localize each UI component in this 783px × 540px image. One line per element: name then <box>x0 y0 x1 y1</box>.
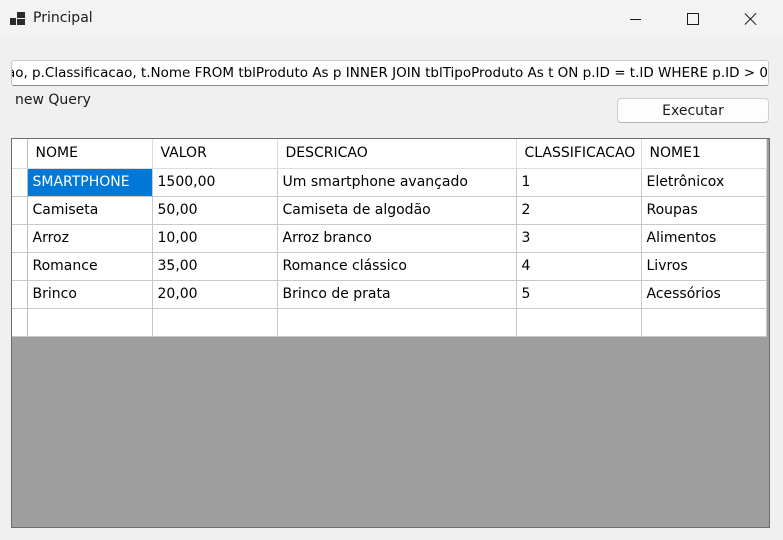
close-button[interactable] <box>722 0 780 38</box>
row-header[interactable] <box>12 308 28 337</box>
table-row[interactable]: Brinco 20,00 Brinco de prata 5 Acessório… <box>12 280 767 309</box>
query-text: ao, p.Classificacao, t.Nome FROM tblProd… <box>11 65 768 81</box>
table-cell[interactable]: 10,00 <box>152 224 278 253</box>
maximize-icon <box>687 13 699 25</box>
new-row-cell[interactable] <box>277 308 517 337</box>
table-cell[interactable]: 4 <box>516 252 642 281</box>
table-cell[interactable]: Um smartphone avançado <box>277 168 517 197</box>
results-table: NOME VALOR DESCRICAO CLASSIFICACAO NOME1… <box>12 139 767 337</box>
table-cell[interactable]: Arroz branco <box>277 224 517 253</box>
new-row[interactable] <box>12 308 767 337</box>
table-row[interactable]: SMARTPHONE 1500,00 Um smartphone avançad… <box>12 168 767 197</box>
title-bar: Principal <box>0 0 783 38</box>
table-cell[interactable]: Eletrônicox <box>641 168 767 197</box>
table-cell[interactable]: Roupas <box>641 196 767 225</box>
row-header[interactable] <box>12 224 28 253</box>
new-row-cell[interactable] <box>152 308 278 337</box>
column-header-descricao[interactable]: DESCRICAO <box>277 139 517 169</box>
new-row-cell[interactable] <box>516 308 642 337</box>
table-cell[interactable]: Camiseta <box>27 196 153 225</box>
results-grid[interactable]: NOME VALOR DESCRICAO CLASSIFICACAO NOME1… <box>11 138 770 528</box>
table-cell[interactable]: 5 <box>516 280 642 309</box>
table-cell[interactable]: 35,00 <box>152 252 278 281</box>
table-cell[interactable]: 1 <box>516 168 642 197</box>
table-row[interactable]: Camiseta 50,00 Camiseta de algodão 2 Rou… <box>12 196 767 225</box>
row-header[interactable] <box>12 196 28 225</box>
table-cell[interactable]: Alimentos <box>641 224 767 253</box>
table-cell[interactable]: 3 <box>516 224 642 253</box>
table-cell[interactable]: Camiseta de algodão <box>277 196 517 225</box>
table-cell[interactable]: Arroz <box>27 224 153 253</box>
table-cell[interactable]: SMARTPHONE <box>27 168 153 197</box>
row-header[interactable] <box>12 280 28 309</box>
table-cell[interactable]: 2 <box>516 196 642 225</box>
row-header[interactable] <box>12 252 28 281</box>
maximize-button[interactable] <box>664 0 722 38</box>
table-cell[interactable]: 50,00 <box>152 196 278 225</box>
column-header-classificacao[interactable]: CLASSIFICACAO <box>516 139 642 169</box>
minimize-icon <box>629 18 641 20</box>
table-cell[interactable]: Brinco de prata <box>277 280 517 309</box>
new-row-cell[interactable] <box>641 308 767 337</box>
table-row[interactable]: Romance 35,00 Romance clássico 4 Livros <box>12 252 767 281</box>
table-row[interactable]: Arroz 10,00 Arroz branco 3 Alimentos <box>12 224 767 253</box>
row-header-corner <box>12 139 28 169</box>
new-row-cell[interactable] <box>27 308 153 337</box>
row-header[interactable] <box>12 168 28 197</box>
table-cell[interactable]: Romance clássico <box>277 252 517 281</box>
column-header-nome1[interactable]: NOME1 <box>641 139 767 169</box>
table-cell[interactable]: Livros <box>641 252 767 281</box>
table-cell[interactable]: Acessórios <box>641 280 767 309</box>
app-icon <box>10 12 26 28</box>
window-title: Principal <box>33 10 93 26</box>
close-icon <box>744 12 758 26</box>
header-row: NOME VALOR DESCRICAO CLASSIFICACAO NOME1 <box>12 139 767 169</box>
table-cell[interactable]: Romance <box>27 252 153 281</box>
query-input[interactable]: ao, p.Classificacao, t.Nome FROM tblProd… <box>11 60 769 86</box>
column-header-nome[interactable]: NOME <box>27 139 153 169</box>
table-cell[interactable]: 20,00 <box>152 280 278 309</box>
table-cell[interactable]: 1500,00 <box>152 168 278 197</box>
table-cell[interactable]: Brinco <box>27 280 153 309</box>
column-header-valor[interactable]: VALOR <box>152 139 278 169</box>
new-query-label: new Query <box>15 92 91 108</box>
minimize-button[interactable] <box>606 0 664 38</box>
execute-button[interactable]: Executar <box>617 98 769 123</box>
